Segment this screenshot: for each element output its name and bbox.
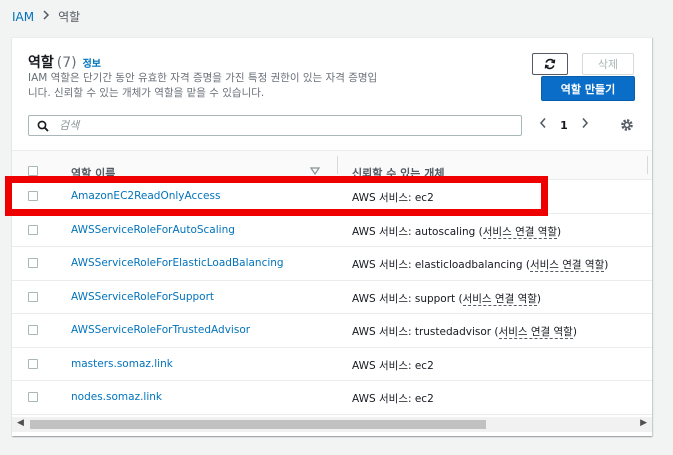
table-row[interactable]: AWSServiceRoleForTrustedAdvisor AWS 서비스: … [12, 314, 652, 348]
settings-gear-icon[interactable] [619, 117, 635, 133]
trusted-entity-close: ) [536, 292, 542, 305]
row-checkbox[interactable] [28, 191, 38, 201]
trusted-entity: AWS 서비스: trustedadvisor (서비스 연결 역할) [352, 324, 577, 339]
row-checkbox[interactable] [28, 224, 38, 235]
chevron-left-icon[interactable] [534, 117, 552, 133]
info-link[interactable]: 정보 [83, 59, 101, 70]
roles-panel: 역할 (7) 정보 IAM 역할은 단기간 동안 유효한 자격 증명을 가진 특정 … [12, 37, 652, 436]
row-checkbox[interactable] [28, 358, 38, 369]
breadcrumb: IAM 역할 [12, 8, 80, 25]
roles-table: 역할 이름 신뢰할 수 있는 개체 AmazonEC2ReadOnlyAcces… [12, 150, 652, 415]
row-checkbox[interactable] [28, 258, 38, 268]
search-icon [37, 120, 49, 132]
table-row[interactable]: nodes.somaz.link AWS 서비스: ec2 [12, 381, 652, 415]
column-divider [337, 156, 338, 174]
row-checkbox[interactable] [28, 325, 38, 335]
breadcrumb-current: 역할 [58, 10, 81, 24]
service-linked-role-label: 서비스 연결 역할 [482, 225, 558, 239]
row-checkbox[interactable] [28, 392, 38, 402]
role-name-link[interactable]: masters.somaz.link [71, 358, 173, 370]
page-number[interactable]: 1 [552, 119, 576, 132]
trusted-entity-text: AWS 서비스: trustedadvisor ( [352, 326, 499, 338]
table-body: AmazonEC2ReadOnlyAccess AWS 서비스: ec2 AWSSe… [12, 180, 652, 415]
table-row[interactable]: AWSServiceRoleForAutoScaling AWS 서비스: aut… [12, 214, 652, 247]
service-linked-role-label: 서비스 연결 역할 [529, 259, 605, 272]
page-title: 역할 (7) 정보 [28, 52, 101, 72]
role-name-link[interactable]: AWSServiceRoleForElasticLoadBalancing [71, 257, 284, 269]
trusted-entity-close: ) [604, 259, 609, 271]
roles-title: 역할 [28, 55, 54, 71]
role-name-link[interactable]: nodes.somaz.link [71, 391, 162, 403]
trusted-entity-text: AWS 서비스: autoscaling ( [352, 225, 483, 238]
trusted-entity: AWS 서비스: ec2 [352, 190, 434, 205]
role-name-link[interactable]: AWSServiceRoleForSupport [71, 291, 214, 303]
search-input[interactable] [57, 118, 501, 133]
trusted-entity-text: AWS 서비스: ec2 [352, 393, 434, 405]
column-divider [647, 156, 648, 174]
trusted-entity-text: AWS 서비스: ec2 [352, 359, 434, 372]
roles-description: IAM 역할은 단기간 동안 유효한 자격 증명을 가진 특정 권한이 있는 자… [28, 71, 458, 101]
table-row[interactable]: AmazonEC2ReadOnlyAccess AWS 서비스: ec2 [12, 180, 652, 214]
service-linked-role-label: 서비스 연결 역할 [462, 292, 537, 306]
create-role-button[interactable]: 역할 만들기 [541, 76, 635, 101]
trusted-entity: AWS 서비스: support (서비스 연결 역할) [352, 291, 541, 306]
trusted-entity: AWS 서비스: autoscaling (서비스 연결 역할) [352, 224, 561, 239]
table-row[interactable]: masters.somaz.link AWS 서비스: ec2 [12, 348, 652, 381]
trusted-entity-text: AWS 서비스: ec2 [352, 192, 434, 204]
trusted-entity-close: ) [557, 225, 562, 238]
trusted-entity-text: AWS 서비스: elasticloadbalancing ( [352, 259, 530, 271]
sort-caret-icon[interactable] [310, 167, 320, 175]
scrollbar-thumb[interactable] [30, 420, 486, 429]
refresh-icon [544, 58, 556, 70]
trusted-entity: AWS 서비스: elasticloadbalancing (서비스 연결 역할… [352, 257, 608, 272]
pagination: 1 [534, 117, 594, 133]
scroll-right-icon[interactable]: ▶ [640, 418, 647, 428]
service-linked-role-label: 서비스 연결 역할 [498, 326, 573, 339]
table-header: 역할 이름 신뢰할 수 있는 개체 [12, 150, 652, 180]
description-line-2: 니다. 신뢰할 수 있는 개체가 역할을 맡을 수 있습니다. [28, 87, 265, 99]
table-row[interactable]: AWSServiceRoleForElasticLoadBalancing AWS… [12, 247, 652, 281]
column-header-role-name[interactable]: 역할 이름 [71, 165, 115, 179]
trusted-entity-text: AWS 서비스: support ( [352, 292, 463, 305]
refresh-button[interactable] [532, 53, 568, 75]
row-checkbox[interactable] [28, 291, 38, 302]
breadcrumb-iam-link[interactable]: IAM [12, 10, 34, 24]
roles-count: (7) [56, 55, 77, 71]
table-row[interactable]: AWSServiceRoleForSupport AWS 서비스: support… [12, 281, 652, 314]
scroll-left-icon[interactable]: ◀ [17, 418, 24, 428]
search-box[interactable] [28, 115, 522, 136]
trusted-entity-close: ) [572, 326, 577, 338]
role-name-link[interactable]: AmazonEC2ReadOnlyAccess [71, 190, 220, 202]
select-all-checkbox[interactable] [28, 166, 38, 176]
horizontal-scrollbar[interactable]: ◀ ▶ [12, 417, 652, 432]
chevron-right-icon[interactable] [576, 117, 594, 133]
trusted-entity: AWS 서비스: ec2 [352, 358, 434, 373]
chevron-right-icon [42, 10, 50, 23]
column-header-trusted-entity[interactable]: 신뢰할 수 있는 개체 [352, 165, 444, 179]
delete-button[interactable]: 삭제 [582, 53, 634, 75]
trusted-entity: AWS 서비스: ec2 [352, 391, 434, 406]
role-name-link[interactable]: AWSServiceRoleForAutoScaling [71, 224, 235, 236]
description-line-1: IAM 역할은 단기간 동안 유효한 자격 증명을 가진 특정 권한이 있는 자… [28, 72, 378, 84]
role-name-link[interactable]: AWSServiceRoleForTrustedAdvisor [71, 324, 250, 336]
